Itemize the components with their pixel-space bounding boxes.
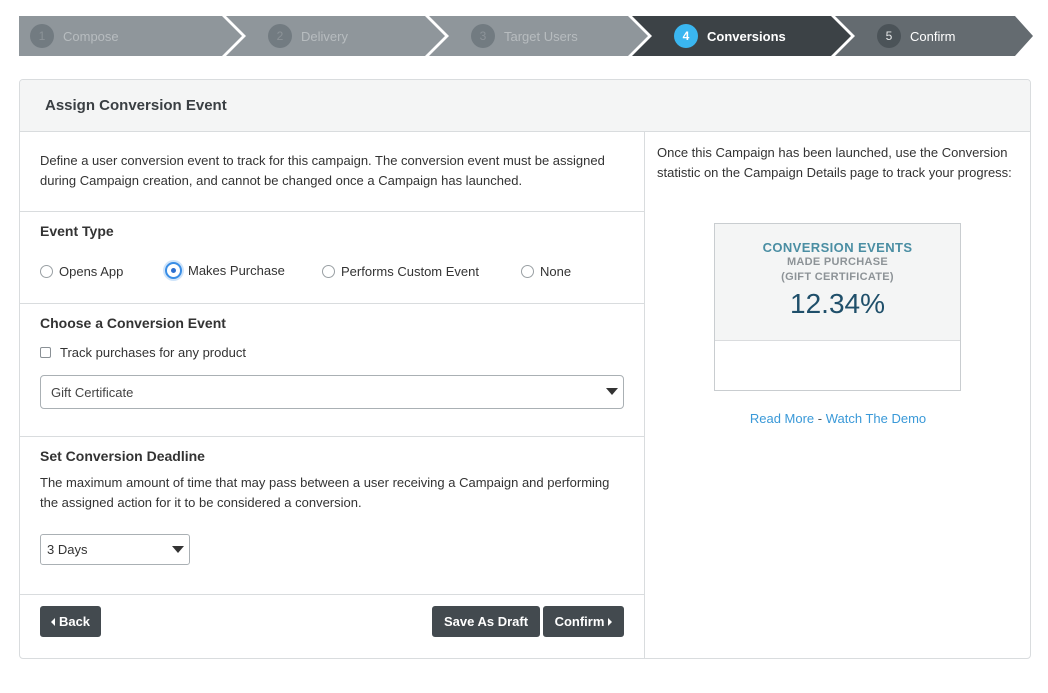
stat-subtitle-product: (GIFT CERTIFICATE) [781,271,894,283]
radio-label: Opens App [59,264,124,279]
save-draft-label: Save As Draft [443,614,529,629]
form-column: Define a user conversion event to track … [20,132,645,658]
conversion-stat-card: CONVERSION EVENTS MADE PURCHASE (GIFT CE… [714,223,961,391]
deadline-description: The maximum amount of time that may pass… [40,475,610,510]
confirm-label: Confirm [554,614,605,629]
deadline-select[interactable]: 3 Days [40,534,190,565]
info-column: Once this Campaign has been launched, us… [645,132,1030,658]
step-number: 1 [30,24,54,48]
link-separator: - [814,411,826,426]
radio-circle-selected[interactable] [165,262,182,279]
intro-text: Define a user conversion event to track … [40,153,605,188]
step-delivery[interactable]: 2 Delivery [268,16,348,56]
step-label: Compose [63,28,119,44]
panel-title: Assign Conversion Event [20,80,1030,132]
caret-right-icon [608,617,613,626]
back-label: Back [58,614,91,629]
radio-label: Performs Custom Event [341,264,479,279]
stat-card-top: CONVERSION EVENTS MADE PURCHASE (GIFT CE… [715,224,960,341]
radio-performs-custom-event[interactable]: Performs Custom Event [322,264,479,279]
radio-makes-purchase[interactable]: Makes Purchase [165,262,285,279]
wizard-steps: 1 Compose ✔ 2 Delivery ✔ 3 Target Users … [19,16,1033,56]
step-label: Conversions [707,28,786,44]
caret-left-icon [50,617,55,626]
back-button[interactable]: Back [40,606,101,637]
step-number: 4 [674,24,698,48]
stat-value: 12.34% [790,288,885,319]
step-target-users[interactable]: 3 Target Users [471,16,578,56]
step-compose[interactable]: 1 Compose [30,16,119,56]
radio-none[interactable]: None [521,264,571,279]
radio-circle[interactable] [40,265,53,278]
step-number: 2 [268,24,292,48]
save-as-draft-button[interactable]: Save As Draft [432,606,540,637]
track-any-product-checkbox[interactable]: Track purchases for any product [40,345,246,360]
stat-title: CONVERSION EVENTS [762,240,913,255]
conversion-event-section: Choose a Conversion Event Track purchase… [20,304,644,437]
checkbox-label: Track purchases for any product [60,345,246,360]
event-type-radios: Opens App Makes Purchase Performs Custom… [40,262,630,282]
radio-label: None [540,264,572,279]
radio-label: Makes Purchase [188,263,285,278]
stat-subtitle: MADE PURCHASE [786,256,889,268]
step-number: 5 [877,24,901,48]
step-label: Delivery [301,28,348,44]
info-text: Once this Campaign has been launched, us… [657,145,1012,180]
confirm-button[interactable]: Confirm [543,606,624,637]
step-number: 3 [471,24,495,48]
help-links: Read More - Watch The Demo [645,411,1030,426]
deadline-section: Set Conversion Deadline The maximum amou… [20,437,644,595]
caret-down-icon [172,546,184,553]
conversion-event-select[interactable]: Gift Certificate [40,375,624,409]
radio-circle[interactable] [322,265,335,278]
watch-demo-link[interactable]: Watch The Demo [826,411,926,426]
event-type-heading: Event Type [40,223,114,239]
select-value: Gift Certificate [51,384,134,400]
read-more-link[interactable]: Read More [750,411,814,426]
checkbox-box[interactable] [40,347,51,358]
step-label: Confirm [910,28,956,44]
select-value: 3 Days [47,542,88,557]
conversion-event-heading: Choose a Conversion Event [40,315,226,331]
radio-opens-app[interactable]: Opens App [40,264,123,279]
intro-section: Define a user conversion event to track … [20,132,644,212]
step-conversions[interactable]: 4 Conversions [674,16,786,56]
conversion-panel: Assign Conversion Event Define a user co… [19,79,1031,659]
radio-circle[interactable] [521,265,534,278]
caret-down-icon [606,388,618,395]
step-label: Target Users [504,28,578,44]
deadline-heading: Set Conversion Deadline [40,448,205,464]
event-type-section: Event Type Opens App Makes Purchase Perf… [20,212,644,304]
step-confirm[interactable]: 5 Confirm [877,16,956,56]
